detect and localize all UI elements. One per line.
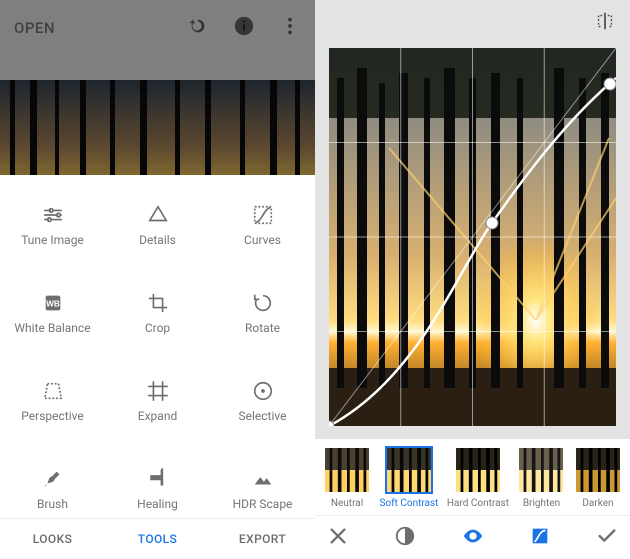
preset-label: Brighten: [523, 498, 560, 509]
tools-grid: Tune Image Details Curves WB White Balan…: [0, 175, 315, 533]
visibility-toggle-icon[interactable]: [462, 525, 484, 551]
cancel-button[interactable]: [327, 525, 349, 551]
tool-curves[interactable]: Curves: [210, 181, 315, 269]
app-root: OPEN: [0, 0, 630, 559]
curve-card-icon[interactable]: [529, 525, 551, 551]
tool-label: Brush: [37, 498, 68, 511]
preset-label: Hard Contrast: [447, 498, 509, 509]
preset-hard-contrast[interactable]: Hard Contrast: [447, 446, 509, 509]
tab-export[interactable]: EXPORT: [210, 519, 315, 559]
tool-label: Perspective: [21, 410, 83, 423]
preset-label: Soft Contrast: [379, 498, 438, 509]
tool-tune-image[interactable]: Tune Image: [0, 181, 105, 269]
preset-neutral[interactable]: Neutral: [323, 446, 371, 509]
tool-label: Curves: [244, 234, 281, 247]
preset-label: Darken: [582, 498, 613, 509]
editor-action-bar: [315, 515, 630, 559]
curve-presets-strip: Neutral Soft Contrast Hard Contrast Brig…: [315, 439, 630, 515]
tool-crop[interactable]: Crop: [105, 269, 210, 357]
tool-label: Crop: [145, 322, 170, 335]
tool-rotate[interactable]: Rotate: [210, 269, 315, 357]
svg-text:WB: WB: [46, 299, 60, 308]
tool-label: Expand: [138, 410, 177, 423]
tools-sheet: Tune Image Details Curves WB White Balan…: [0, 175, 315, 519]
tool-label: HDR Scape: [233, 498, 293, 511]
bottom-tab-bar: LOOKS TOOLS EXPORT: [0, 518, 315, 559]
preset-label: Neutral: [331, 498, 363, 509]
tool-label: Details: [139, 234, 176, 247]
tool-label: White Balance: [14, 322, 90, 335]
tool-selective[interactable]: Selective: [210, 357, 315, 445]
preset-brighten[interactable]: Brighten: [517, 446, 565, 509]
tool-white-balance[interactable]: WB White Balance: [0, 269, 105, 357]
right-pane-curves-editor: Neutral Soft Contrast Hard Contrast Brig…: [315, 0, 630, 559]
preset-soft-contrast[interactable]: Soft Contrast: [379, 446, 438, 509]
right-header: [315, 0, 630, 46]
tool-perspective[interactable]: Perspective: [0, 357, 105, 445]
modal-dim-overlay: [0, 0, 315, 175]
tool-label: Rotate: [245, 322, 280, 335]
tool-expand[interactable]: Expand: [105, 357, 210, 445]
tool-label: Tune Image: [21, 234, 84, 247]
image-canvas[interactable]: [329, 48, 616, 426]
tab-looks[interactable]: LOOKS: [0, 519, 105, 559]
tab-tools[interactable]: TOOLS: [105, 519, 210, 559]
tool-details[interactable]: Details: [105, 181, 210, 269]
preset-darken[interactable]: Darken: [574, 446, 622, 509]
tool-label: Healing: [137, 498, 178, 511]
left-pane-tools: OPEN: [0, 0, 315, 559]
apply-button[interactable]: [596, 525, 618, 551]
compare-flip-icon[interactable]: [594, 10, 616, 36]
channel-luminance-icon[interactable]: [394, 525, 416, 551]
tool-label: Selective: [239, 410, 287, 423]
